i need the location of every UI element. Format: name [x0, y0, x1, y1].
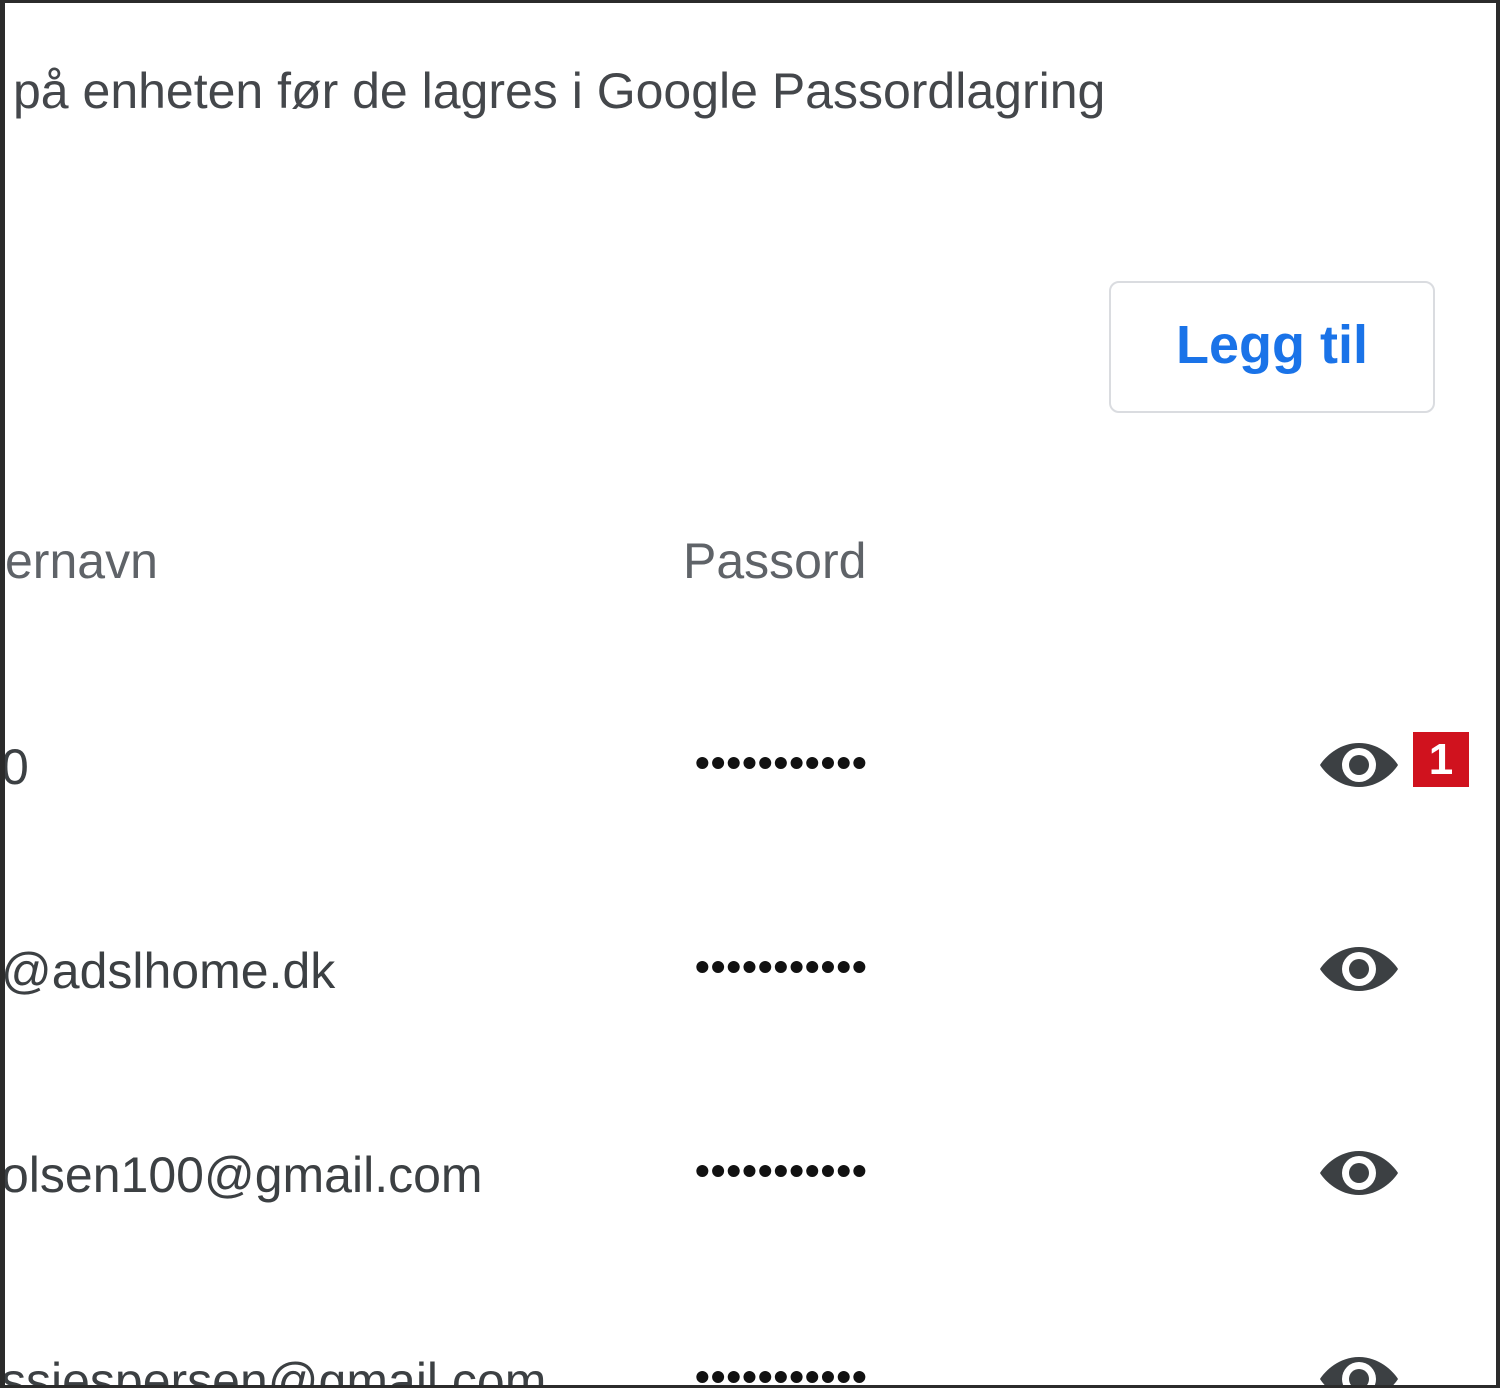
row-password-masked: •••••••••••	[695, 1147, 868, 1194]
row-password-masked: •••••••••••	[695, 739, 868, 786]
section-description: på enheten før de lagres i Google Passor…	[13, 63, 1106, 119]
column-header-password: Passord	[683, 533, 867, 589]
row-password-masked: •••••••••••	[695, 1353, 868, 1388]
eye-icon[interactable]	[1317, 735, 1401, 795]
row-password-masked: •••••••••••	[695, 943, 868, 990]
row-username: @adslhome.dk	[1, 943, 336, 999]
eye-icon[interactable]	[1317, 1143, 1401, 1203]
password-row: @adslhome.dk •••••••••••	[5, 911, 1496, 1031]
password-row: olsen100@gmail.com •••••••••••	[5, 1115, 1496, 1235]
password-row: ssiespersen@gmail.com •••••••••••	[5, 1321, 1496, 1388]
password-row: 0 •••••••••••	[5, 707, 1496, 827]
annotation-badge: 1	[1413, 732, 1469, 787]
add-password-button[interactable]: Legg til	[1109, 281, 1435, 413]
row-username: 0	[1, 739, 29, 795]
row-username: olsen100@gmail.com	[1, 1147, 483, 1203]
column-header-username: ernavn	[5, 533, 158, 589]
row-username: ssiespersen@gmail.com	[1, 1353, 547, 1388]
password-manager-panel: på enheten før de lagres i Google Passor…	[0, 0, 1500, 1388]
eye-icon[interactable]	[1317, 1349, 1401, 1388]
eye-icon[interactable]	[1317, 939, 1401, 999]
